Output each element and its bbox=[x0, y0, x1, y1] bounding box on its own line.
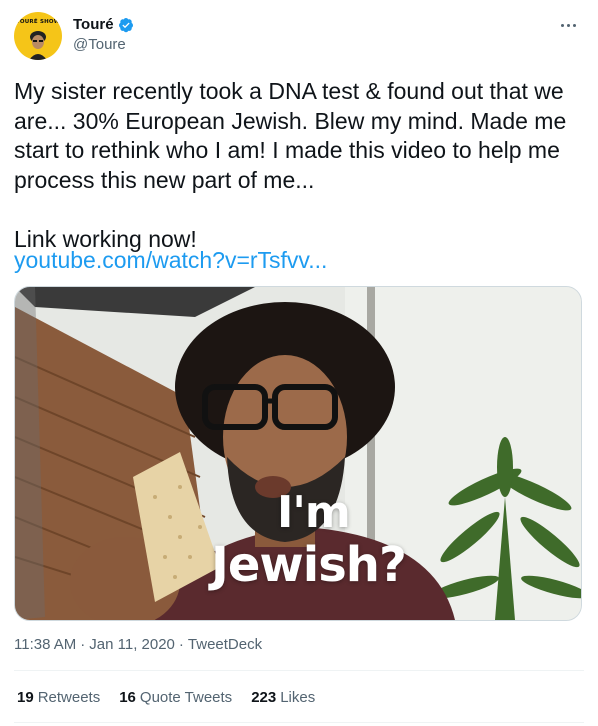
meta-separator: · bbox=[80, 636, 86, 653]
author-name[interactable]: Touré bbox=[73, 16, 114, 33]
video-caption-line1: I'm bbox=[277, 487, 351, 538]
divider bbox=[14, 722, 584, 723]
retweets-count: 19 bbox=[17, 689, 34, 706]
author-handle[interactable]: @Toure bbox=[73, 36, 134, 53]
tweet-metadata: 11:38 AM · Jan 11, 2020 · TweetDeck bbox=[14, 636, 262, 653]
avatar-portrait bbox=[29, 31, 47, 60]
tweet-link[interactable]: youtube.com/watch?v=rTsfvv... bbox=[14, 246, 327, 276]
retweets-label: Retweets bbox=[37, 689, 101, 706]
tweet-header: TOURÉ SHOW Touré @Toure bbox=[14, 12, 584, 64]
tweet-date[interactable]: Jan 11, 2020 bbox=[89, 636, 175, 653]
video-thumbnail[interactable]: I'm Jewish? bbox=[14, 286, 582, 621]
verified-badge-icon bbox=[118, 17, 133, 32]
likes-count: 223 bbox=[251, 689, 277, 706]
video-caption-line2: Jewish? bbox=[211, 537, 407, 593]
tweet-source[interactable]: TweetDeck bbox=[188, 636, 262, 653]
author-info: Touré @Toure bbox=[73, 14, 134, 53]
tweet-time[interactable]: 11:38 AM bbox=[14, 636, 76, 653]
tweet-text: My sister recently took a DNA test & fou… bbox=[14, 78, 567, 252]
quote-tweets-label: Quote Tweets bbox=[139, 689, 233, 706]
tweet-stats: 19 Retweets 16 Quote Tweets 223 Likes bbox=[17, 689, 315, 706]
quote-tweets-stat[interactable]: 16 Quote Tweets bbox=[119, 689, 232, 706]
meta-separator: · bbox=[178, 636, 184, 653]
quote-tweets-count: 16 bbox=[119, 689, 136, 706]
avatar[interactable]: TOURÉ SHOW bbox=[14, 12, 62, 60]
likes-label: Likes bbox=[280, 689, 316, 706]
likes-stat[interactable]: 223 Likes bbox=[251, 689, 315, 706]
divider bbox=[14, 670, 584, 671]
more-options-icon[interactable] bbox=[554, 14, 582, 36]
retweets-stat[interactable]: 19 Retweets bbox=[17, 689, 100, 706]
